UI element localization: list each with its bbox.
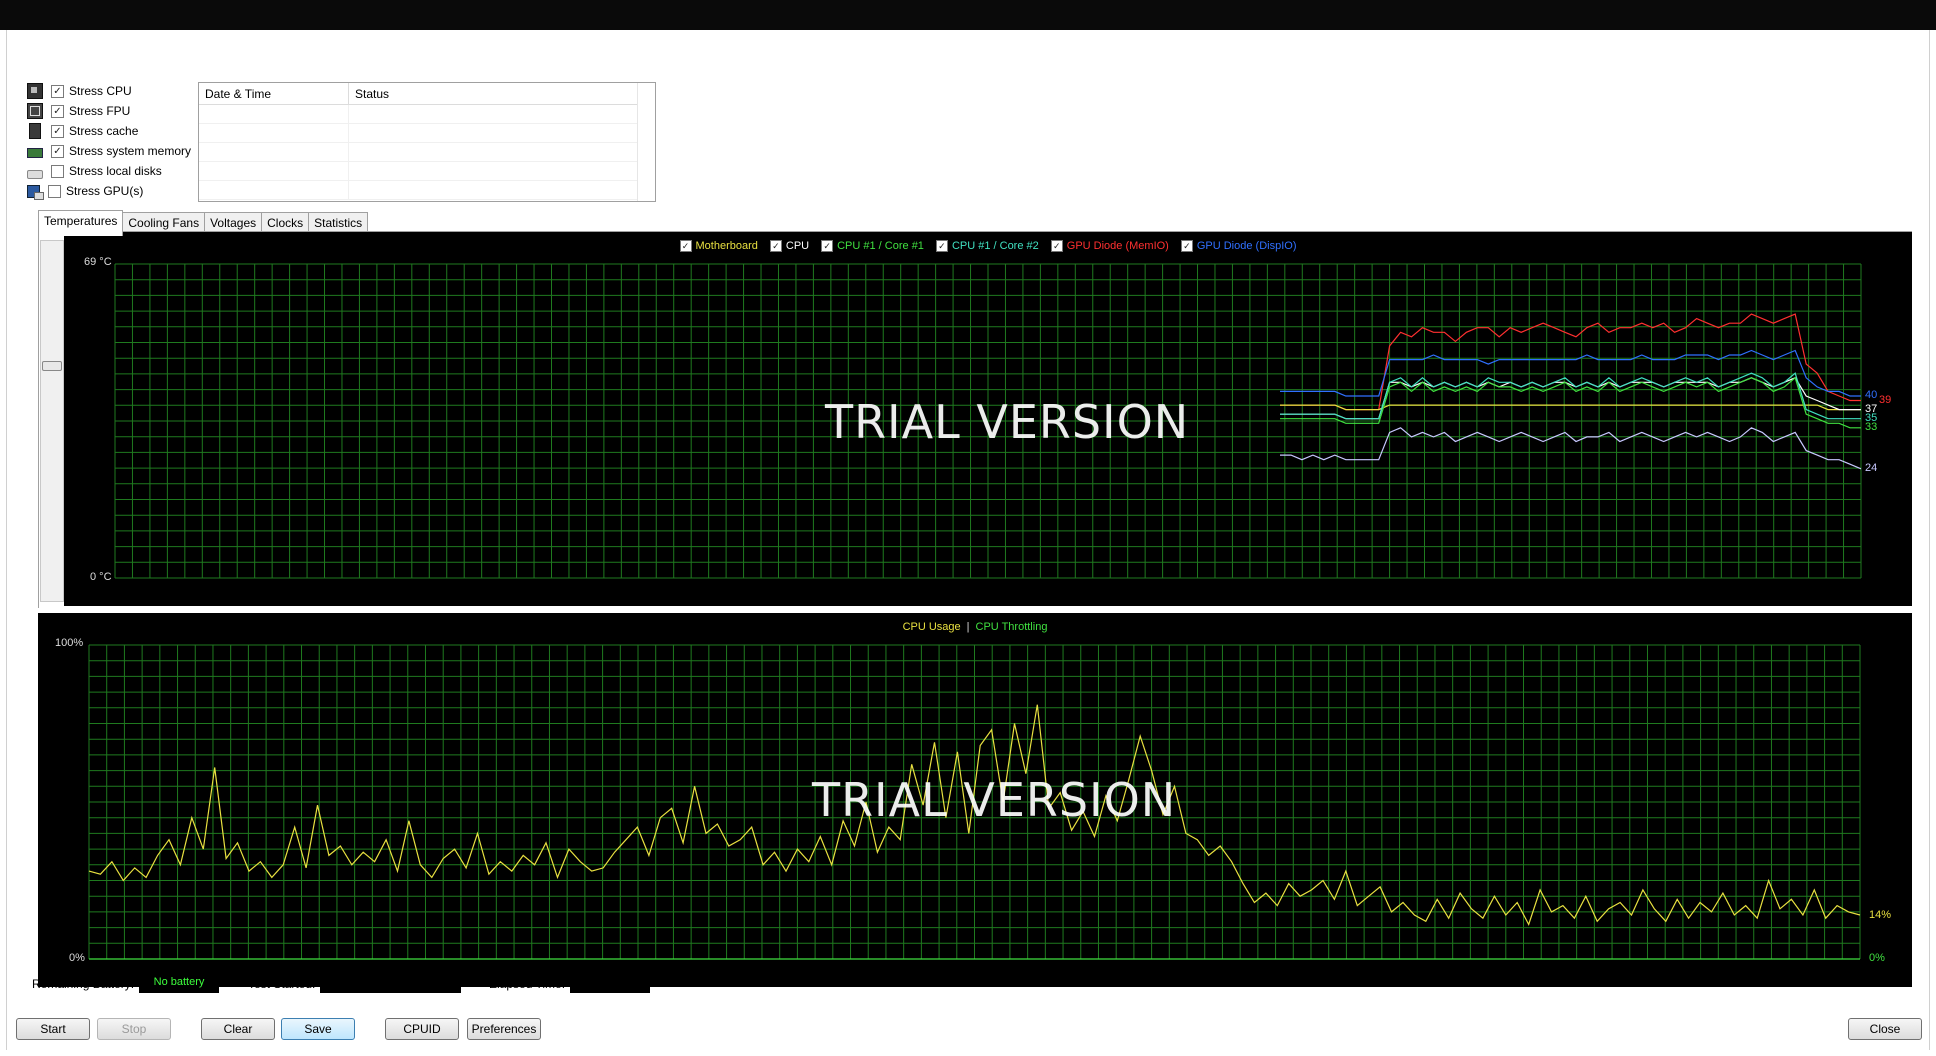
start-button[interactable]: Start [16, 1018, 90, 1040]
test-started-value [320, 971, 461, 993]
window-client-area: ✓ Stress CPU ✓ Stress FPU ✓ Stress cache ✓ Stre… [6, 30, 1930, 1050]
remaining-battery-label: Remaining Battery: [32, 977, 135, 991]
stress-test-window: ✓ Stress CPU ✓ Stress FPU ✓ Stress cache ✓ Stre… [0, 30, 1936, 1056]
column-status[interactable]: Status [349, 83, 643, 104]
stress-option-label: Stress CPU [69, 84, 132, 98]
save-button[interactable]: Save [281, 1018, 355, 1040]
stress-checkbox[interactable] [48, 184, 61, 198]
elapsed-time-value [570, 971, 650, 993]
throttle-end-label: 0% [1869, 952, 1885, 964]
temperature-chart: ✓ Motherboard ✓ CPU ✓ CPU #1 / Core #1 ✓ CPU #1… [64, 232, 1912, 606]
battery-value: No battery [139, 971, 219, 993]
clear-button[interactable]: Clear [201, 1018, 275, 1040]
stress-option[interactable]: ✓ Stress CPU [27, 82, 132, 100]
stress-option[interactable]: Stress local disks [27, 162, 162, 180]
stress-option-label: Stress cache [69, 124, 139, 138]
gpu-icon [27, 184, 44, 200]
temp-end-label: 39 [1879, 393, 1892, 406]
test-started-label: Test Started: [248, 977, 316, 991]
stress-option[interactable]: ✓ Stress system memory [27, 142, 191, 160]
cpu-chip-icon [27, 83, 43, 99]
log-table-scrollbar[interactable] [637, 83, 655, 201]
temp-watermark: TRIAL VERSION [825, 395, 1190, 449]
stop-button[interactable]: Stop [97, 1018, 171, 1040]
usage-end-label: 14% [1869, 909, 1892, 921]
close-button[interactable]: Close [1848, 1018, 1922, 1040]
column-date-time[interactable]: Date & Time [199, 83, 349, 104]
stress-option-label: Stress system memory [69, 144, 192, 158]
cpuid-button[interactable]: CPUID [385, 1018, 459, 1040]
stress-option-label: Stress GPU(s) [66, 184, 144, 198]
stress-checkbox[interactable]: ✓ [51, 124, 64, 138]
stress-option[interactable]: Stress GPU(s) [27, 182, 143, 200]
stress-option[interactable]: ✓ Stress cache [27, 122, 138, 140]
stress-option-label: Stress local disks [69, 164, 162, 178]
cache-icon [29, 123, 41, 139]
slider-thumb[interactable] [42, 361, 62, 371]
stress-checkbox[interactable]: ✓ [51, 144, 64, 158]
usage-watermark: TRIAL VERSION [812, 773, 1177, 827]
tab-temperatures[interactable]: Temperatures [38, 210, 124, 236]
stress-option[interactable]: ✓ Stress FPU [27, 102, 130, 120]
tab-strip: Temperatures Cooling Fans Voltages Clocks St… [38, 210, 369, 236]
stress-checkbox[interactable] [51, 164, 64, 178]
disk-icon [27, 169, 43, 179]
preferences-button[interactable]: Preferences [467, 1018, 541, 1040]
cpu-usage-chart: CPU Usage | CPU Throttling 100% 0% TRIAL… [38, 613, 1912, 987]
log-table-header: Date & Time Status [199, 83, 655, 105]
temp-end-label: 24 [1865, 461, 1878, 474]
temp-end-label: 33 [1865, 420, 1878, 433]
temp-end-label: 40 [1865, 388, 1878, 401]
stress-option-label: Stress FPU [69, 104, 131, 118]
elapsed-time-label: Elapsed Time: [489, 977, 566, 991]
log-table[interactable]: Date & Time Status [198, 82, 656, 202]
temperature-scale-slider[interactable] [40, 240, 64, 602]
stress-checkbox[interactable]: ✓ [51, 104, 64, 118]
memory-icon [27, 147, 43, 158]
stress-checkbox[interactable]: ✓ [51, 84, 64, 98]
fpu-icon [27, 103, 43, 119]
